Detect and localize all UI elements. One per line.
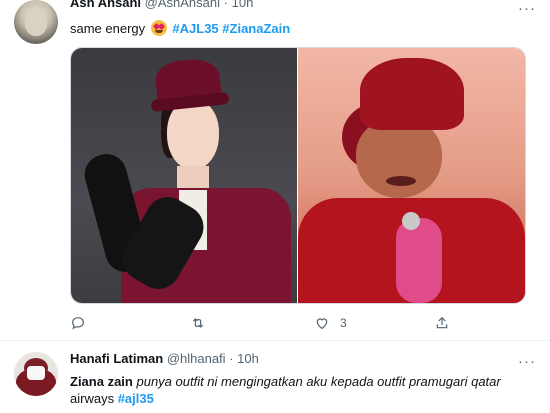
avatar[interactable] (14, 0, 58, 44)
hashtag-link[interactable]: #AJL35 (172, 21, 218, 36)
divider (0, 340, 550, 341)
tweet-text-line2: airways (70, 391, 115, 406)
separator-dot: · (223, 0, 228, 10)
author-name[interactable]: Ash Ansani (70, 0, 141, 10)
like-count: 3 (340, 316, 347, 330)
share-icon (436, 316, 448, 329)
mention-text: Ziana zain (70, 374, 133, 389)
tweet-media[interactable] (70, 47, 526, 304)
photo-flight-attendant[interactable] (71, 48, 297, 303)
tweet-text: same energy #AJL35 #ZianaZain (70, 20, 290, 36)
tweet-time[interactable]: 10h (237, 351, 259, 366)
tweet-header: Hanafi Latiman @hlhanafi · 10h (70, 351, 259, 366)
heart-eyes-emoji-icon (150, 20, 167, 36)
hashtag-link[interactable]: #ZianaZain (222, 21, 290, 36)
hashtag-link[interactable]: #ajl35 (118, 391, 154, 406)
tweet-text-italic: punya outfit ni mengingatkan aku kepada … (136, 374, 501, 389)
tweet-text-plain: same energy (70, 21, 146, 36)
retweet-button[interactable] (190, 315, 216, 331)
reply-icon (72, 317, 84, 330)
author-handle[interactable]: @AshAnsani (145, 0, 220, 10)
tweet-text: Ziana zain punya outfit ni mengingatkan … (70, 373, 525, 407)
share-button[interactable] (434, 315, 450, 331)
author-name[interactable]: Hanafi Latiman (70, 351, 163, 366)
avatar[interactable] (14, 352, 58, 396)
separator-dot: · (229, 351, 234, 366)
retweet-icon (192, 318, 204, 328)
tweet-header: Ash Ansani @AshAnsani · 10h (70, 0, 253, 10)
like-button[interactable]: 3 (314, 315, 347, 331)
reply-button[interactable] (70, 315, 96, 331)
avatar-face (25, 8, 47, 36)
more-options-icon[interactable]: ··· (518, 353, 536, 370)
author-handle[interactable]: @hlhanafi (167, 351, 226, 366)
tweet-time[interactable]: 10h (232, 0, 254, 10)
photo-singer[interactable] (298, 48, 525, 303)
heart-icon (316, 318, 328, 330)
more-options-icon[interactable]: ··· (518, 0, 536, 17)
tweet-actions: 3 (70, 315, 530, 333)
